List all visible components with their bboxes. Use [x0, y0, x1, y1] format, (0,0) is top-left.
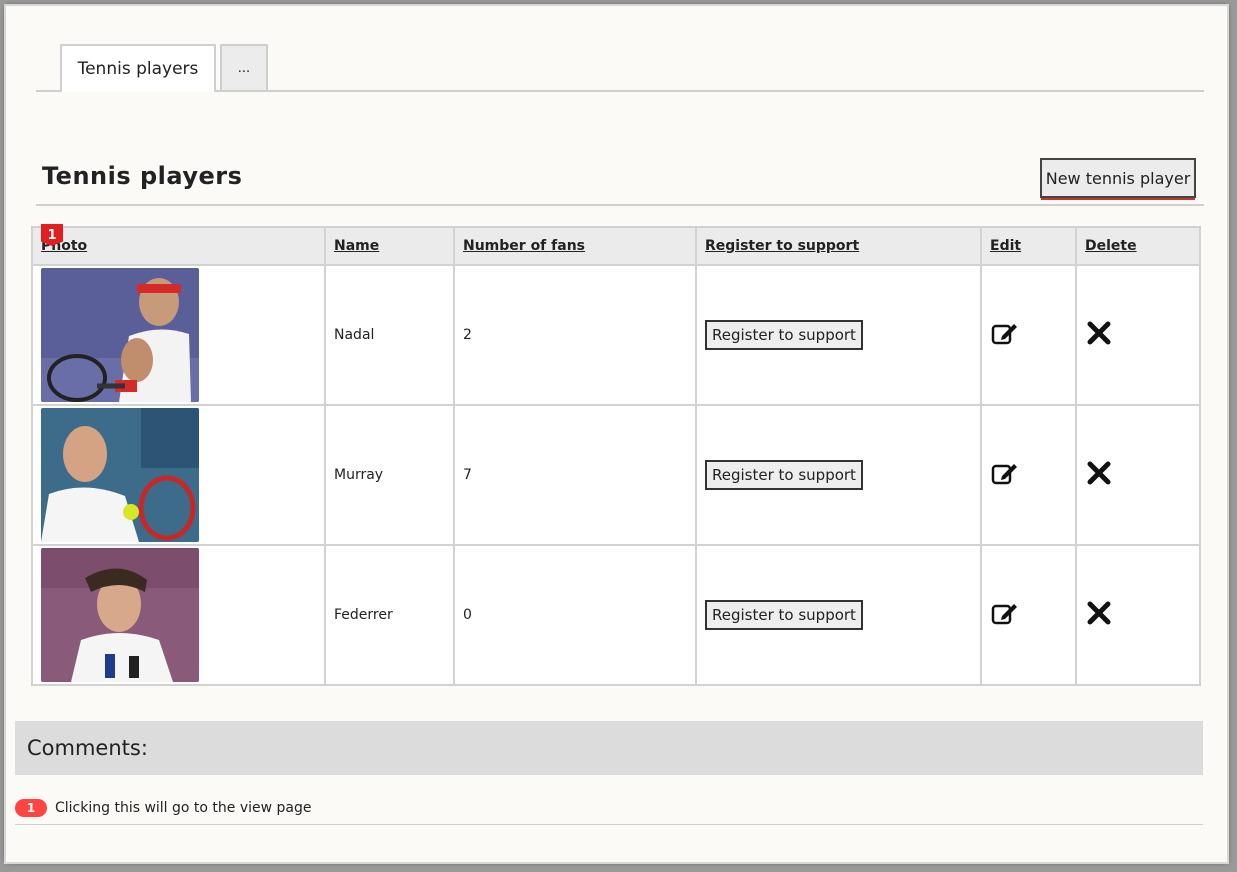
players-table: 1 Photo Name Number of fans Register to … — [31, 224, 1201, 686]
page-title: Tennis players — [42, 162, 243, 190]
column-header-fans[interactable]: Number of fans — [453, 226, 697, 266]
delete-cell — [1075, 544, 1201, 686]
tab-bar: Tennis players ... — [36, 42, 1204, 92]
fans-cell: 7 — [453, 404, 697, 546]
column-header-delete[interactable]: Delete — [1075, 226, 1201, 266]
delete-icon[interactable] — [1085, 459, 1113, 487]
table-row: Federrer 0 Register to support — [31, 544, 1201, 686]
edit-cell — [980, 264, 1077, 406]
edit-cell — [980, 544, 1077, 686]
new-tennis-player-button[interactable]: New tennis player — [1040, 158, 1196, 198]
column-header-name-label[interactable]: Name — [334, 238, 379, 254]
tab-tennis-players[interactable]: Tennis players — [60, 44, 216, 92]
page-header: Tennis players New tennis player — [36, 156, 1204, 206]
column-header-edit-label[interactable]: Edit — [990, 238, 1021, 254]
fans-cell: 0 — [453, 544, 697, 686]
comment-item: 1 Clicking this will go to the view page — [15, 792, 1203, 825]
register-to-support-button[interactable]: Register to support — [705, 600, 863, 630]
name-cell: Murray — [324, 404, 455, 546]
column-header-name[interactable]: Name — [324, 226, 455, 266]
comment-number-badge: 1 — [15, 799, 47, 817]
edit-cell — [980, 404, 1077, 546]
fans-cell: 2 — [453, 264, 697, 406]
table-header-row: 1 Photo Name Number of fans Register to … — [31, 224, 1201, 266]
column-header-photo[interactable]: 1 Photo — [31, 224, 326, 266]
register-to-support-button[interactable]: Register to support — [705, 460, 863, 490]
tab-more[interactable]: ... — [220, 44, 268, 90]
delete-cell — [1075, 404, 1201, 546]
photo-cell — [31, 544, 326, 686]
player-photo-federer[interactable] — [41, 548, 199, 682]
register-to-support-button[interactable]: Register to support — [705, 320, 863, 350]
register-cell: Register to support — [695, 264, 982, 406]
register-cell: Register to support — [695, 404, 982, 546]
table-row: Nadal 2 Register to support — [31, 264, 1201, 406]
column-header-edit[interactable]: Edit — [980, 226, 1077, 266]
photo-cell — [31, 264, 326, 406]
table-row: Murray 7 Register to support — [31, 404, 1201, 546]
delete-icon[interactable] — [1085, 319, 1113, 347]
annotation-marker: 1 — [41, 224, 63, 246]
comment-text: Clicking this will go to the view page — [55, 800, 312, 816]
name-cell: Nadal — [324, 264, 455, 406]
edit-icon[interactable] — [990, 459, 1018, 487]
photo-cell — [31, 404, 326, 546]
name-cell: Federrer — [324, 544, 455, 686]
column-header-register[interactable]: Register to support — [695, 226, 982, 266]
column-header-register-label[interactable]: Register to support — [705, 238, 859, 254]
delete-cell — [1075, 264, 1201, 406]
column-header-fans-label[interactable]: Number of fans — [463, 238, 585, 254]
player-photo-nadal[interactable] — [41, 268, 199, 402]
delete-icon[interactable] — [1085, 599, 1113, 627]
player-photo-murray[interactable] — [41, 408, 199, 542]
column-header-delete-label[interactable]: Delete — [1085, 238, 1137, 254]
edit-icon[interactable] — [990, 599, 1018, 627]
register-cell: Register to support — [695, 544, 982, 686]
comments-heading: Comments: — [15, 721, 1203, 775]
edit-icon[interactable] — [990, 319, 1018, 347]
